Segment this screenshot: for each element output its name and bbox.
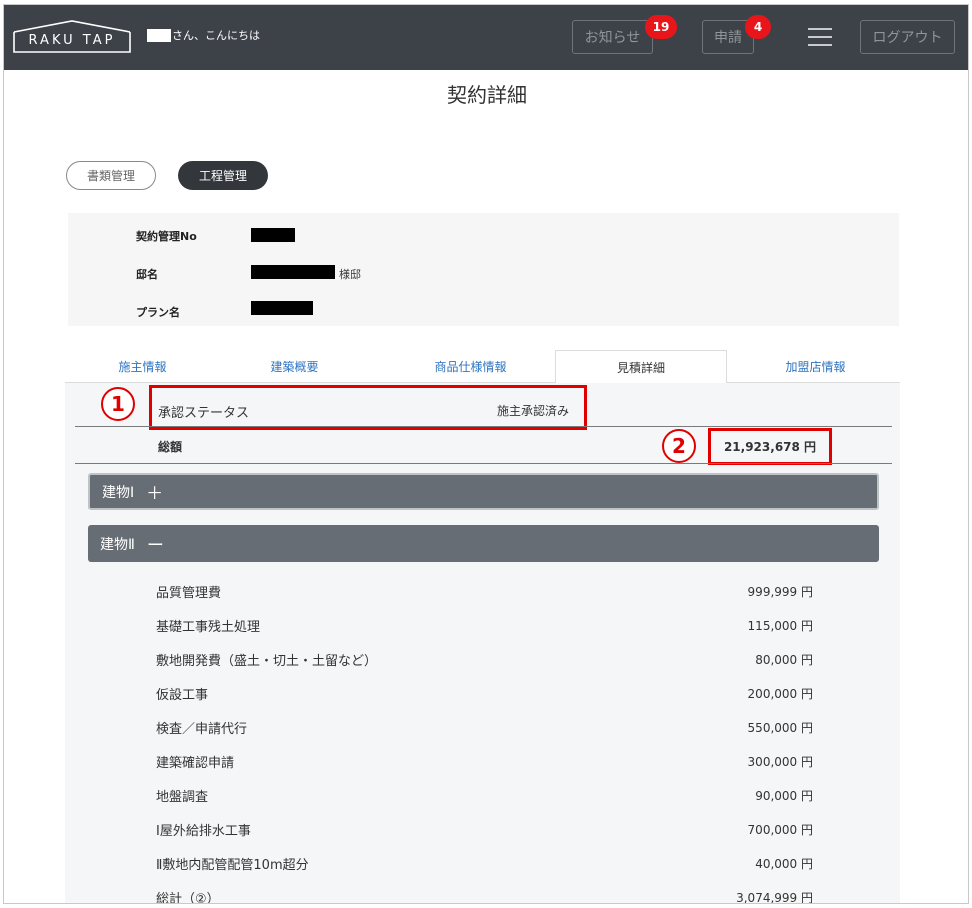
item-amount: 200,000 円 — [747, 687, 813, 701]
list-item: 敷地開発費（盛土・切土・土留など） 80,000 円 — [65, 640, 900, 674]
contract-summary: 契約管理No 邸名 様邸 プラン名 — [68, 213, 899, 326]
approval-status-label: 承認ステータス — [158, 406, 250, 421]
estimate-panel: 1 承認ステータス 施主承認済み 総額 2 21,923,678 円 建物Ⅰ ＋… — [65, 383, 900, 904]
list-item: 品質管理費 999,999 円 — [65, 572, 900, 606]
page-title: 契約詳細 — [447, 83, 527, 107]
notifications-button[interactable]: お知らせ — [572, 20, 653, 54]
item-name: 総計（②） — [156, 892, 220, 904]
document-management-button[interactable]: 書類管理 — [66, 161, 156, 190]
item-name: 敷地開発費（盛土・切土・土留など） — [156, 654, 378, 669]
notifications-label: お知らせ — [584, 30, 641, 46]
approval-status-value: 施主承認済み — [497, 404, 570, 418]
item-name: 仮設工事 — [156, 688, 209, 703]
collapse-minus-icon[interactable]: ー — [147, 531, 164, 556]
item-amount: 40,000 円 — [755, 857, 813, 871]
masked-user-name — [147, 28, 171, 42]
item-name: Ⅱ敷地内配管配管10m超分 — [156, 858, 309, 873]
contract-no-label: 契約管理No — [136, 230, 197, 243]
building-2-accordion[interactable]: 建物Ⅱ ー — [88, 525, 879, 562]
list-item: Ⅰ屋外給排水工事 700,000 円 — [65, 810, 900, 844]
raku-tap-logo[interactable]: RAKU TAP — [13, 20, 131, 53]
masked-contract-no — [251, 228, 295, 242]
tab-estimate-details[interactable]: 見積詳細 — [555, 350, 727, 384]
item-name: 検査／申請代行 — [156, 722, 248, 737]
masked-house-name — [251, 265, 335, 279]
greeting-text: さん、こんにちは — [172, 29, 260, 42]
list-item: 仮設工事 200,000 円 — [65, 674, 900, 708]
item-amount: 115,000 円 — [747, 619, 813, 633]
divider — [75, 463, 892, 464]
list-item: 地盤調査 90,000 円 — [65, 776, 900, 810]
tab-product-specs[interactable]: 商品仕様情報 — [403, 350, 538, 383]
list-item: 検査／申請代行 550,000 円 — [65, 708, 900, 742]
plan-name-label: プラン名 — [136, 306, 180, 319]
logout-button[interactable]: ログアウト — [860, 20, 955, 54]
item-amount: 550,000 円 — [747, 721, 813, 735]
logout-label: ログアウト — [872, 30, 943, 46]
item-amount: 300,000 円 — [747, 755, 813, 769]
masked-plan-name — [251, 301, 313, 315]
building-1-accordion[interactable]: 建物Ⅰ ＋ — [88, 473, 879, 510]
item-name: 品質管理費 — [156, 586, 222, 601]
list-item: Ⅱ敷地内配管配管10m超分 40,000 円 — [65, 844, 900, 878]
item-amount: 700,000 円 — [747, 823, 813, 837]
item-amount: 80,000 円 — [755, 653, 813, 667]
app-window: RAKU TAP さん、こんにちは お知らせ 19 申請 4 ログアウト 契約詳… — [3, 4, 969, 904]
item-amount: 3,074,999 円 — [736, 891, 813, 904]
item-name: 建築確認申請 — [156, 756, 235, 771]
divider — [75, 426, 892, 427]
list-item: 総計（②） 3,074,999 円 — [65, 878, 900, 904]
contract-tabs: 施主情報 建築概要 商品仕様情報 見積詳細 加盟店情報 — [65, 350, 900, 384]
building-2-label: 建物Ⅱ — [100, 536, 135, 553]
item-name: Ⅰ屋外給排水工事 — [156, 824, 251, 839]
tab-owner-info[interactable]: 施主情報 — [75, 350, 210, 383]
annotation-marker-2: 2 — [662, 429, 696, 463]
building-1-label: 建物Ⅰ — [102, 484, 135, 501]
list-item: 基礎工事残土処理 115,000 円 — [65, 606, 900, 640]
applications-count-badge: 4 — [745, 15, 771, 39]
tab-building-overview[interactable]: 建築概要 — [227, 350, 362, 383]
item-name: 基礎工事残土処理 — [156, 620, 261, 635]
total-label: 総額 — [158, 440, 183, 454]
logo-text: RAKU TAP — [28, 33, 116, 48]
house-name-label: 邸名 — [136, 268, 158, 281]
expand-plus-icon[interactable]: ＋ — [146, 479, 163, 504]
item-amount: 999,999 円 — [747, 585, 813, 599]
notifications-count-badge: 19 — [645, 15, 677, 39]
annotation-marker-1: 1 — [101, 387, 135, 421]
house-name-suffix: 様邸 — [339, 268, 361, 281]
top-navigation-bar: RAKU TAP さん、こんにちは お知らせ 19 申請 4 ログアウト — [4, 5, 968, 70]
item-name: 地盤調査 — [156, 790, 209, 805]
applications-label: 申請 — [714, 30, 742, 46]
greeting: さん、こんにちは — [147, 27, 260, 43]
item-amount: 90,000 円 — [755, 789, 813, 803]
process-management-button[interactable]: 工程管理 — [178, 161, 268, 190]
total-amount: 21,923,678 円 — [723, 440, 817, 454]
list-item: 建築確認申請 300,000 円 — [65, 742, 900, 776]
menu-icon[interactable] — [808, 27, 832, 47]
tab-franchise-info[interactable]: 加盟店情報 — [748, 350, 883, 383]
